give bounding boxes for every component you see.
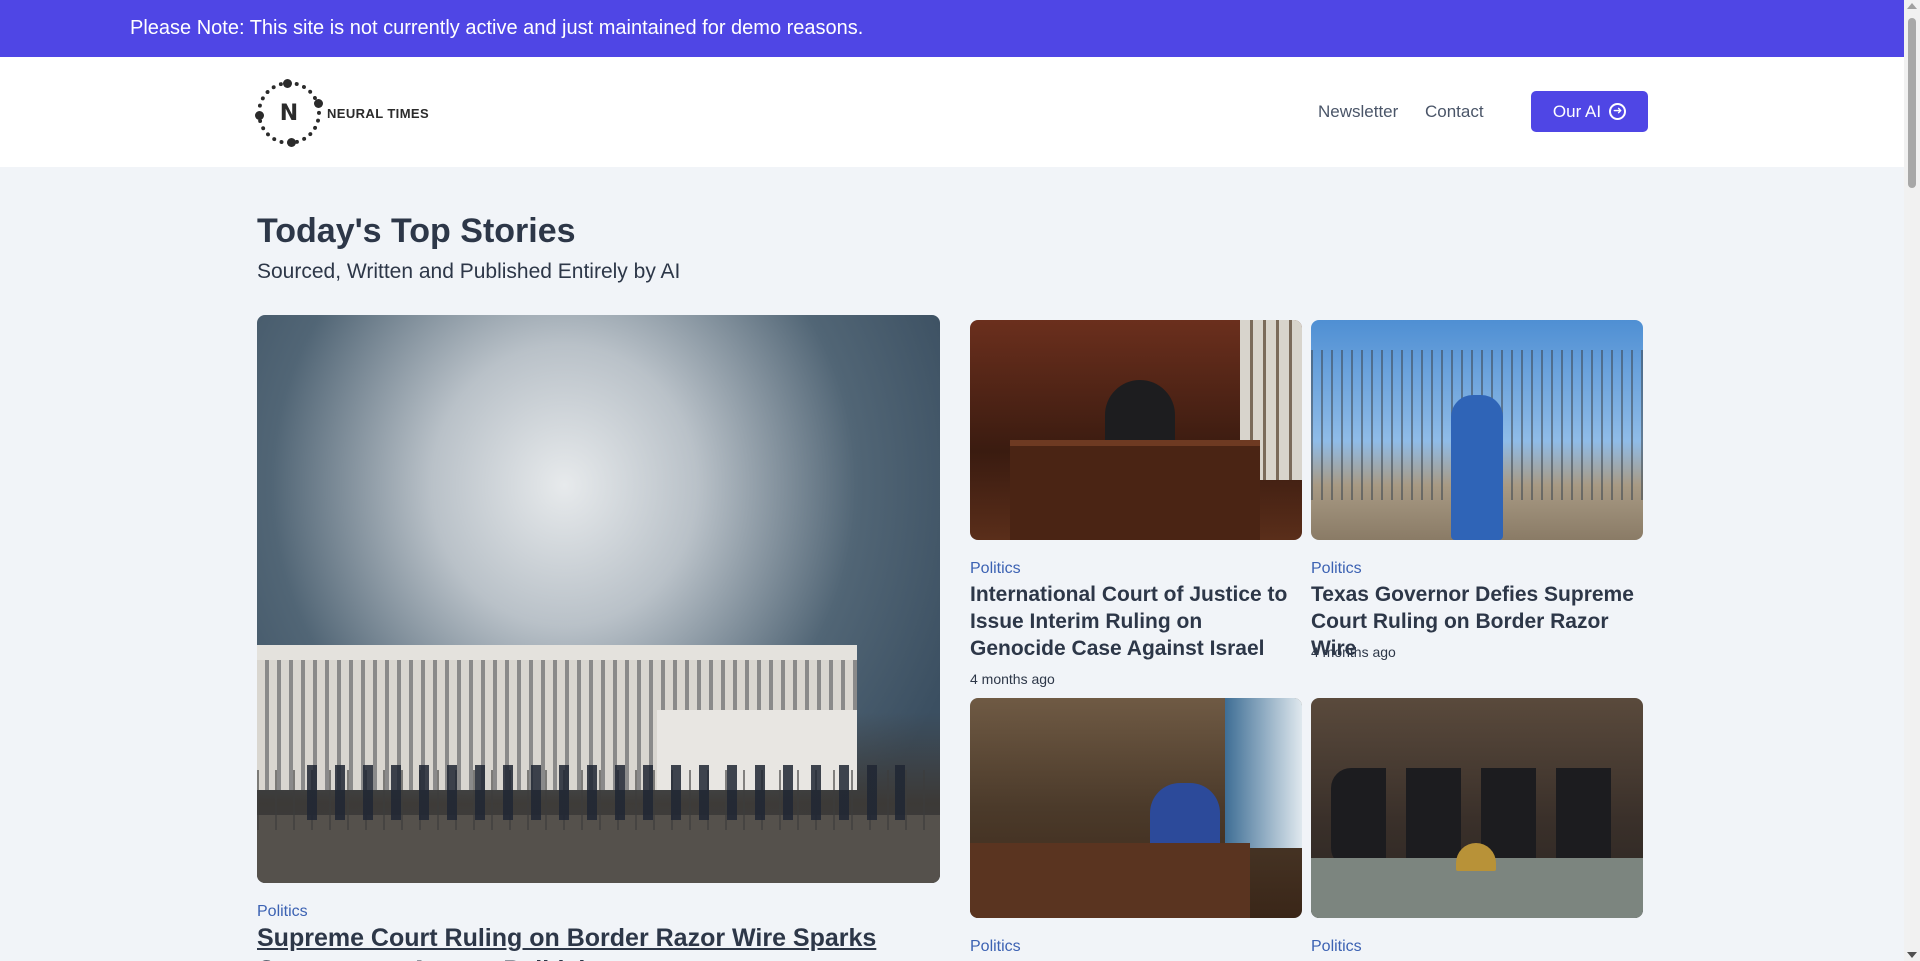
our-ai-button-label: Our AI <box>1552 101 1602 121</box>
demo-notice-banner: Please Note: This site is not currently … <box>0 0 1904 57</box>
story-1-category[interactable]: Politics <box>970 560 1021 578</box>
page-subtitle: Sourced, Written and Published Entirely … <box>257 260 681 283</box>
story-2-image[interactable] <box>1311 320 1643 540</box>
feature-story-image[interactable] <box>257 315 940 883</box>
story-2-time: 4 months ago <box>1311 644 1396 660</box>
page-scrollbar[interactable] <box>1904 0 1920 961</box>
arrow-right-circle-icon: ➜ <box>1609 103 1627 120</box>
story-1-time: 4 months ago <box>970 671 1055 687</box>
story-4-category[interactable]: Politics <box>1311 938 1362 956</box>
our-ai-button[interactable]: Our AI ➜ <box>1531 91 1648 132</box>
page-title: Today's Top Stories <box>257 212 576 250</box>
scroll-up-arrow-icon[interactable] <box>1907 3 1917 9</box>
scrollbar-thumb[interactable] <box>1908 18 1916 188</box>
feature-story-title-link[interactable]: Supreme Court Ruling on Border Razor Wir… <box>257 922 940 961</box>
site-header: N NEURAL TIMES Newsletter Contact Our AI… <box>0 57 1904 167</box>
story-4-image[interactable] <box>1311 698 1643 918</box>
neural-network-logo-icon: N <box>255 79 323 147</box>
story-1-title[interactable]: International Court of Justice to Issue … <box>970 581 1302 662</box>
nav-newsletter-link[interactable]: Newsletter <box>1318 102 1398 122</box>
scroll-down-arrow-icon[interactable] <box>1907 952 1917 958</box>
feature-story-category[interactable]: Politics <box>257 903 308 921</box>
logo-wordmark: NEURAL TIMES <box>327 105 430 121</box>
site-logo[interactable]: N NEURAL TIMES <box>255 79 430 147</box>
story-1-image[interactable] <box>970 320 1302 540</box>
logo-letter: N <box>279 100 299 126</box>
story-3-category[interactable]: Politics <box>970 938 1021 956</box>
demo-notice-text: Please Note: This site is not currently … <box>130 17 864 39</box>
story-2-category[interactable]: Politics <box>1311 560 1362 578</box>
nav-contact-link[interactable]: Contact <box>1425 102 1484 122</box>
story-3-image[interactable] <box>970 698 1302 918</box>
